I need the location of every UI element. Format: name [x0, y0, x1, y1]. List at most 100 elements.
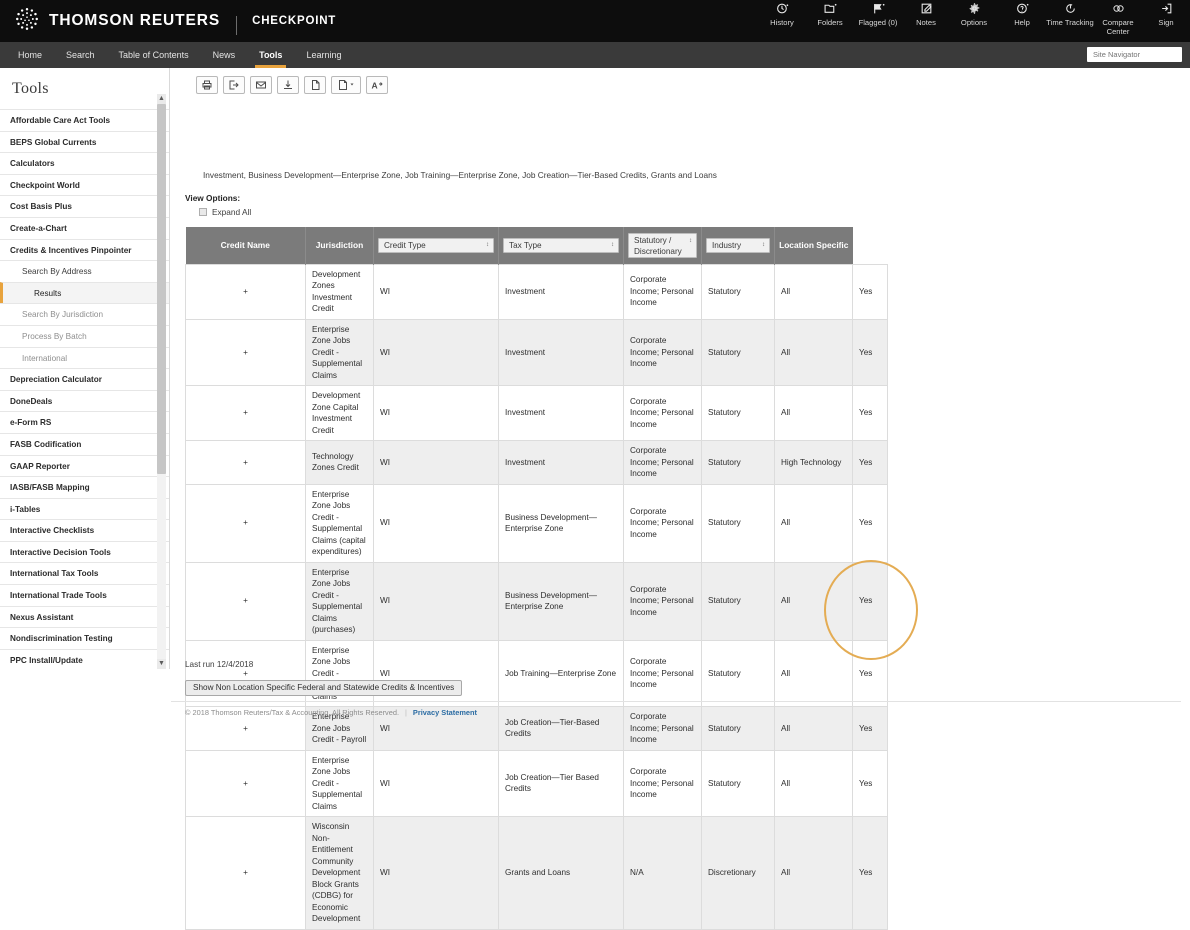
row-expand-button[interactable]: + [186, 562, 306, 640]
table-body: +Development Zones Investment CreditWIIn… [186, 264, 888, 929]
cell-credit-name[interactable]: Enterprise Zone Jobs Credit - Supplement… [306, 562, 374, 640]
nav-item-learning[interactable]: Learning [294, 42, 353, 68]
th-jurisdiction[interactable]: Jurisdiction [306, 227, 374, 264]
sidebar-item-search-by-address[interactable]: Search By Address [0, 260, 169, 282]
top-tool-compare-center[interactable]: Compare Center [1094, 0, 1142, 36]
row-expand-button[interactable]: + [186, 640, 306, 707]
sidebar-item-donedeals[interactable]: DoneDeals [0, 390, 169, 412]
sidebar-scrollbar[interactable]: ▲ ▼ [157, 104, 166, 669]
th-credit-name[interactable]: Credit Name [186, 227, 306, 264]
sidebar-item-depreciation-calculator[interactable]: Depreciation Calculator [0, 368, 169, 390]
sidebar-item-checkpoint-world[interactable]: Checkpoint World [0, 174, 169, 196]
industry-filter-select[interactable]: Industry ↕ [706, 238, 770, 253]
cell-tax-type: Corporate Income; Personal Income [624, 264, 702, 319]
sidebar-item-beps-global-currents[interactable]: BEPS Global Currents [0, 131, 169, 153]
sidebar-item-interactive-decision-tools[interactable]: Interactive Decision Tools [0, 541, 169, 563]
top-tool-notes[interactable]: Notes [902, 0, 950, 27]
sidebar-scroll-up-arrow-icon[interactable]: ▲ [157, 94, 166, 104]
nav-item-news[interactable]: News [201, 42, 248, 68]
top-tool-flagged[interactable]: Flagged (0) [854, 0, 902, 27]
top-tool-folders[interactable]: Folders [806, 0, 854, 27]
sidebar-item-gaap-reporter[interactable]: GAAP Reporter [0, 455, 169, 477]
row-expand-button[interactable]: + [186, 441, 306, 485]
cell-credit-name[interactable]: Development Zones Investment Credit [306, 264, 374, 319]
cell-credit-name[interactable]: Enterprise Zone Jobs Credit - Supplement… [306, 640, 374, 707]
cell-tax-type: Corporate Income; Personal Income [624, 750, 702, 817]
sidebar-item-cost-basis-plus[interactable]: Cost Basis Plus [0, 195, 169, 217]
cell-credit-name[interactable]: Development Zone Capital Investment Cred… [306, 386, 374, 441]
show-non-location-specific-button[interactable]: Show Non Location Specific Federal and S… [185, 680, 462, 696]
nav-item-home[interactable]: Home [6, 42, 54, 68]
cell-credit-name[interactable]: Wisconsin Non-Entitlement Community Deve… [306, 817, 374, 930]
sidebar-item-interactive-checklists[interactable]: Interactive Checklists [0, 519, 169, 541]
expand-all-checkbox[interactable] [199, 208, 207, 216]
tax-type-filter-select[interactable]: Tax Type ↕ [503, 238, 619, 253]
svg-text:A: A [371, 81, 377, 91]
row-expand-button[interactable]: + [186, 319, 306, 386]
breadcrumb: Investment, Business Development—Enterpr… [203, 170, 717, 180]
cell-statutory-discretionary: Statutory [702, 319, 775, 386]
sidebar-item-results[interactable]: Results [0, 282, 169, 304]
table-row: +Development Zones Investment CreditWIIn… [186, 264, 888, 319]
cell-statutory-discretionary: Statutory [702, 386, 775, 441]
row-expand-button[interactable]: + [186, 750, 306, 817]
top-tool-options[interactable]: Options [950, 0, 998, 27]
sidebar-item-e-form-rs[interactable]: e-Form RS [0, 411, 169, 433]
site-navigator-input[interactable] [1087, 47, 1182, 62]
sidebar-item-process-by-batch[interactable]: Process By Batch [0, 325, 169, 347]
privacy-statement-link[interactable]: Privacy Statement [413, 708, 477, 717]
sidebar-item-fasb-codification[interactable]: FASB Codification [0, 433, 169, 455]
top-tool-history[interactable]: History [758, 0, 806, 27]
nav-item-table-of-contents[interactable]: Table of Contents [107, 42, 201, 68]
cell-credit-name[interactable]: Enterprise Zone Jobs Credit - Supplement… [306, 750, 374, 817]
statutory-discretionary-filter-select[interactable]: Statutory / Discretionary ↕ [628, 233, 697, 258]
sidebar-item-nexus-assistant[interactable]: Nexus Assistant [0, 606, 169, 628]
sidebar-item-credits-incentives-pinpointer[interactable]: Credits & Incentives Pinpointer [0, 239, 169, 261]
cell-credit-name[interactable]: Technology Zones Credit [306, 441, 374, 485]
sidebar-item-label: Interactive Checklists [10, 526, 94, 535]
footer-separator: | [405, 708, 407, 717]
sidebar-item-create-a-chart[interactable]: Create-a-Chart [0, 217, 169, 239]
save-to-folder-dropdown-button[interactable] [331, 76, 361, 94]
sidebar-item-calculators[interactable]: Calculators [0, 152, 169, 174]
export-button[interactable] [223, 76, 245, 94]
font-size-button[interactable]: A [366, 76, 388, 94]
sidebar-item-ppc-install-update[interactable]: PPC Install/Update [0, 649, 169, 669]
sidebar-item-i-tables[interactable]: i-Tables [0, 498, 169, 520]
credit-type-filter-select[interactable]: Credit Type ↕ [378, 238, 494, 253]
sidebar-item-international-trade-tools[interactable]: International Trade Tools [0, 584, 169, 606]
print-button[interactable] [196, 76, 218, 94]
footer-divider [171, 701, 1181, 702]
nav-item-search[interactable]: Search [54, 42, 107, 68]
sidebar-item-international[interactable]: International [0, 347, 169, 369]
sidebar-item-nondiscrimination-testing[interactable]: Nondiscrimination Testing [0, 627, 169, 649]
sidebar-scroll-thumb[interactable] [157, 104, 166, 474]
sidebar-item-search-by-jurisdiction[interactable]: Search By Jurisdiction [0, 303, 169, 325]
cell-industry: All [775, 707, 853, 751]
credits-results-table: Credit Name Jurisdiction Credit Type ↕ T… [185, 227, 888, 930]
row-expand-button[interactable]: + [186, 264, 306, 319]
nav-item-tools[interactable]: Tools [247, 42, 294, 68]
expand-all-row[interactable]: Expand All [199, 207, 251, 217]
compare-icon [1094, 2, 1142, 17]
th-location-specific[interactable]: Location Specific [775, 227, 853, 264]
cell-jurisdiction: WI [374, 750, 499, 817]
top-tool-sign-out[interactable]: Sign [1142, 0, 1190, 27]
table-row: +Enterprise Zone Jobs Credit - Supplemen… [186, 640, 888, 707]
sidebar-item-iasb-fasb-mapping[interactable]: IASB/FASB Mapping [0, 476, 169, 498]
sidebar-item-affordable-care-act-tools[interactable]: Affordable Care Act Tools [0, 109, 169, 131]
cell-industry: All [775, 562, 853, 640]
row-expand-button[interactable]: + [186, 386, 306, 441]
row-expand-button[interactable]: + [186, 817, 306, 930]
copy-button[interactable] [304, 76, 326, 94]
top-tool-time-tracking[interactable]: Time Tracking [1046, 0, 1094, 27]
top-tool-help[interactable]: Help [998, 0, 1046, 27]
cell-credit-name[interactable]: Enterprise Zone Jobs Credit - Supplement… [306, 319, 374, 386]
email-button[interactable] [250, 76, 272, 94]
sidebar-scroll-down-arrow-icon[interactable]: ▼ [157, 659, 166, 669]
sidebar-item-international-tax-tools[interactable]: International Tax Tools [0, 562, 169, 584]
cell-industry: All [775, 750, 853, 817]
row-expand-button[interactable]: + [186, 484, 306, 562]
download-button[interactable] [277, 76, 299, 94]
cell-credit-name[interactable]: Enterprise Zone Jobs Credit - Supplement… [306, 484, 374, 562]
